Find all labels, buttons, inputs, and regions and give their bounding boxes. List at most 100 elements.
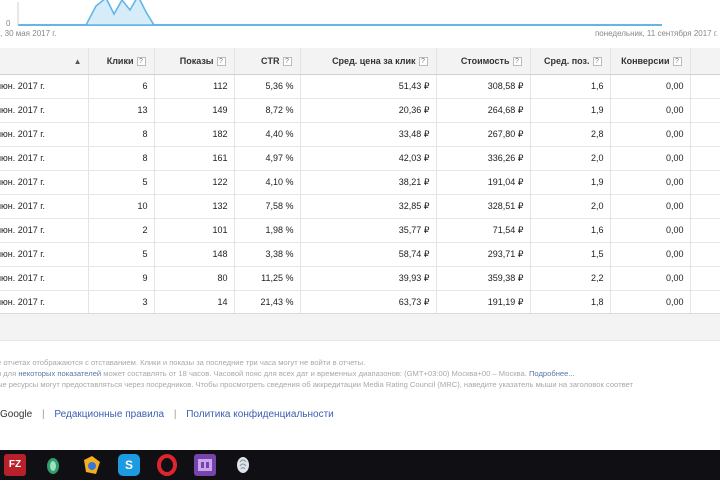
help-icon[interactable]: ? — [512, 56, 522, 66]
cell-cpc: 32,85 ₽ — [300, 194, 437, 218]
cell-shows: 122 — [154, 170, 235, 194]
fingerprint-icon[interactable] — [232, 454, 254, 476]
cell-ctr: 5,36 % — [234, 74, 301, 98]
cell-cost: 293,71 ₽ — [436, 242, 531, 266]
opera-icon[interactable] — [156, 454, 178, 476]
cell-extra — [690, 194, 720, 218]
cell-date: июн. 2017 г. — [0, 218, 89, 242]
cell-shows: 182 — [154, 122, 235, 146]
cell-conv: 0,00 — [610, 290, 691, 314]
cell-date: июн. 2017 г. — [0, 290, 89, 314]
cell-conv: 0,00 — [610, 74, 691, 98]
cell-extra — [690, 290, 720, 314]
cell-conv: 0,00 — [610, 242, 691, 266]
cell-clicks: 10 — [88, 194, 155, 218]
chart-axis-zero: 0 — [6, 19, 11, 28]
sort-arrow-icon[interactable]: ▲ — [74, 57, 82, 66]
ads-report-page: 0 ь, 30 мая 2017 г. понедельник, 11 сент… — [0, 0, 720, 480]
skype-icon[interactable]: S — [118, 454, 140, 476]
cell-cost: 71,54 ₽ — [436, 218, 531, 242]
footer-links: Google | Редакционные правила | Политика… — [0, 409, 334, 420]
cell-ctr: 3,38 % — [234, 242, 301, 266]
cell-clicks: 2 — [88, 218, 155, 242]
column-header-cost[interactable]: Стоимость? — [436, 48, 531, 75]
cell-ctr: 4,40 % — [234, 122, 301, 146]
table-row: июн. 2017 г. 5 148 3,38 % 58,74 ₽293,71 ₽1,5… — [0, 242, 720, 266]
app-icon[interactable] — [194, 454, 216, 476]
help-icon[interactable]: ? — [418, 56, 428, 66]
cell-date: июн. 2017 г. — [0, 122, 89, 146]
table-row: июн. 2017 г. 3 14 21,43 % 63,73 ₽191,19 ₽1,8… — [0, 290, 720, 314]
cell-cost: 191,04 ₽ — [436, 170, 531, 194]
cell-clicks: 8 — [88, 122, 155, 146]
cell-date: июн. 2017 г. — [0, 194, 89, 218]
cell-pos: 1,9 — [530, 170, 611, 194]
cell-clicks: 6 — [88, 74, 155, 98]
cell-cost: 191,19 ₽ — [436, 290, 531, 314]
cell-ctr: 21,43 % — [234, 290, 301, 314]
editorial-policy-link[interactable]: Редакционные правила — [54, 409, 164, 420]
column-header-clicks[interactable]: Клики? — [88, 48, 155, 75]
cell-shows: 149 — [154, 98, 235, 122]
learn-more-link[interactable]: Подробнее... — [529, 369, 575, 378]
help-icon[interactable]: ? — [672, 56, 682, 66]
cell-cost: 328,51 ₽ — [436, 194, 531, 218]
column-header-cpc[interactable]: Сред. цена за клик? — [300, 48, 437, 75]
cell-cpc: 51,43 ₽ — [300, 74, 437, 98]
cell-pos: 1,9 — [530, 98, 611, 122]
cell-conv: 0,00 — [610, 194, 691, 218]
cell-clicks: 9 — [88, 266, 155, 290]
help-icon[interactable]: ? — [216, 56, 226, 66]
cell-extra — [690, 122, 720, 146]
cell-date: июн. 2017 г. — [0, 74, 89, 98]
note-mrc: ые ресурсы могут предоставляться через п… — [0, 380, 633, 389]
privacy-policy-link[interactable]: Политика конфиденциальности — [186, 409, 334, 420]
table-row: июн. 2017 г. 10 132 7,58 % 32,85 ₽328,51 ₽2,… — [0, 194, 720, 218]
cell-ctr: 1,98 % — [234, 218, 301, 242]
some-metrics-link[interactable]: некоторых показателей — [18, 369, 101, 378]
column-header-date[interactable]: ▲ — [0, 48, 89, 75]
chart-start-date: ь, 30 мая 2017 г. — [0, 29, 57, 38]
cell-shows: 101 — [154, 218, 235, 242]
taskbar: FZ S — [0, 450, 720, 480]
note-data-delay: е отчетах отображаются с отставанием. Кл… — [0, 358, 366, 367]
cell-ctr: 4,97 % — [234, 146, 301, 170]
column-header-avg-position[interactable]: Сред. поз.? — [530, 48, 611, 75]
cell-cpc: 35,77 ₽ — [300, 218, 437, 242]
cell-pos: 2,0 — [530, 194, 611, 218]
cell-extra — [690, 266, 720, 290]
tool-icon[interactable] — [42, 454, 64, 476]
cell-cpc: 33,48 ₽ — [300, 122, 437, 146]
chrome-icon[interactable] — [80, 454, 102, 476]
cell-shows: 80 — [154, 266, 235, 290]
table-row: июн. 2017 г. 8 161 4,97 % 42,03 ₽336,26 ₽2,0… — [0, 146, 720, 170]
chart-end-date: понедельник, 11 сентября 2017 г. — [594, 29, 718, 38]
cell-pos: 1,6 — [530, 218, 611, 242]
filezilla-icon[interactable]: FZ — [4, 454, 26, 476]
table-row: июн. 2017 г. 9 80 11,25 % 39,93 ₽359,38 ₽2,2… — [0, 266, 720, 290]
cell-date: июн. 2017 г. — [0, 98, 89, 122]
table-header-row: ▲ Клики? Показы? CTR? Сред. цена за клик… — [0, 48, 720, 75]
cell-date: июн. 2017 г. — [0, 266, 89, 290]
help-icon[interactable]: ? — [282, 56, 292, 66]
cell-shows: 112 — [154, 74, 235, 98]
help-icon[interactable]: ? — [592, 56, 602, 66]
cell-extra — [690, 218, 720, 242]
cell-clicks: 5 — [88, 242, 155, 266]
cell-extra — [690, 146, 720, 170]
table-row: июн. 2017 г. 2 101 1,98 % 35,77 ₽71,54 ₽1,6 0… — [0, 218, 720, 242]
cell-clicks: 13 — [88, 98, 155, 122]
column-header-ctr[interactable]: CTR? — [234, 48, 301, 75]
column-header-conversions[interactable]: Конверсии? — [610, 48, 691, 75]
performance-chart: 0 ь, 30 мая 2017 г. понедельник, 11 сент… — [0, 0, 720, 40]
cell-shows: 148 — [154, 242, 235, 266]
cell-date: июн. 2017 г. — [0, 146, 89, 170]
help-icon[interactable]: ? — [136, 56, 146, 66]
column-header-shows[interactable]: Показы? — [154, 48, 235, 75]
cell-conv: 0,00 — [610, 98, 691, 122]
cell-cost: 264,68 ₽ — [436, 98, 531, 122]
cell-pos: 2,2 — [530, 266, 611, 290]
cell-ctr: 8,72 % — [234, 98, 301, 122]
cell-clicks: 5 — [88, 170, 155, 194]
cell-conv: 0,00 — [610, 122, 691, 146]
